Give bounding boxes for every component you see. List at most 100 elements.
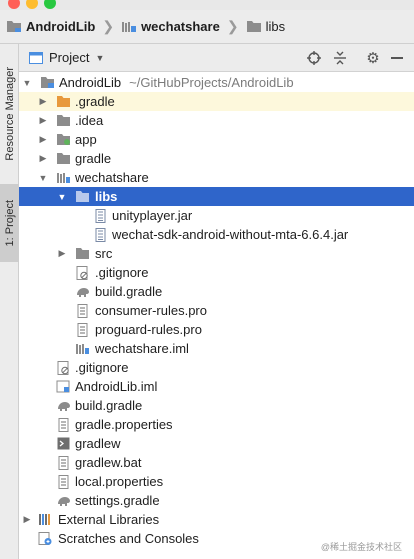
tree-node-androidlib-iml[interactable]: AndroidLib.iml [19, 377, 414, 396]
project-path: ~/GitHubProjects/AndroidLib [129, 75, 294, 90]
scratches-icon [38, 531, 53, 546]
resource-manager-tab[interactable]: Resource Manager [0, 50, 19, 178]
tree-label: build.gradle [75, 398, 143, 413]
jar-file-icon [93, 227, 108, 242]
collapsed-arrow-icon[interactable]: ▶ [57, 244, 67, 263]
tree-node-idea[interactable]: ▶ .idea [19, 111, 414, 130]
tree-label: src [95, 246, 113, 261]
tree-node-app[interactable]: ▶ app [19, 130, 414, 149]
tree-node-gradlew[interactable]: gradlew [19, 434, 414, 453]
folder-icon [56, 151, 71, 166]
close-window-button[interactable] [8, 0, 20, 9]
folder-icon [75, 189, 90, 204]
text-file-icon [75, 303, 90, 318]
tree-label: .idea [75, 113, 104, 128]
breadcrumb-libs[interactable]: libs [246, 19, 286, 34]
tree-label: settings.gradle [75, 493, 160, 508]
project-tree: ▼ AndroidLib ~/GitHubProjects/AndroidLib … [19, 72, 414, 559]
app-module-icon [56, 132, 71, 147]
project-panel-header: Project ▼ ⚙ [19, 44, 414, 72]
navigation-bar: AndroidLib ❯ wechatshare ❯ libs [0, 10, 414, 44]
tree-label: unityplayer.jar [112, 208, 193, 223]
tree-label: gradlew [75, 436, 121, 451]
project-tab-label: 1: Project [3, 199, 16, 247]
tree-node-wechatshare-gitignore[interactable]: .gitignore [19, 263, 414, 282]
tree-node-gradle[interactable]: ▶ gradle [19, 149, 414, 168]
tree-label: AndroidLib ~/GitHubProjects/AndroidLib [59, 75, 294, 90]
breadcrumb-separator-icon: ❯ [102, 18, 115, 34]
collapsed-arrow-icon[interactable]: ▶ [38, 92, 48, 111]
breadcrumb-separator-icon: ❯ [226, 18, 239, 34]
iml-file-icon [56, 379, 71, 394]
window-title-bar [0, 0, 414, 10]
jar-file-icon [93, 208, 108, 223]
tree-node-consumer-rules[interactable]: consumer-rules.pro [19, 301, 414, 320]
project-view-icon [29, 51, 43, 64]
module-folder-icon [122, 22, 137, 32]
expanded-arrow-icon[interactable]: ▼ [57, 187, 67, 206]
tree-node-build-gradle[interactable]: build.gradle [19, 396, 414, 415]
tree-label: libs [95, 189, 118, 204]
library-module-icon [56, 170, 71, 185]
ignore-file-icon [56, 360, 71, 375]
tree-node-local-properties[interactable]: local.properties [19, 472, 414, 491]
folder-icon [75, 246, 90, 261]
tree-node-external-libraries[interactable]: ▶ External Libraries [19, 510, 414, 529]
collapsed-arrow-icon[interactable]: ▶ [38, 149, 48, 168]
tree-label: local.properties [75, 474, 164, 489]
tree-node-gitignore[interactable]: .gitignore [19, 358, 414, 377]
hide-panel-icon[interactable] [389, 50, 405, 66]
ignore-file-icon [75, 265, 90, 280]
tree-node-wechat-sdk-jar[interactable]: wechat-sdk-android-without-mta-6.6.4.jar [19, 225, 414, 244]
tree-node-androidlib[interactable]: ▼ AndroidLib ~/GitHubProjects/AndroidLib [19, 73, 414, 92]
tool-window-stripe: Resource Manager 1: Project [0, 44, 19, 559]
tree-node-src[interactable]: ▶ src [19, 244, 414, 263]
project-view-selector[interactable]: Project ▼ [29, 50, 104, 65]
collapse-all-icon[interactable] [332, 50, 348, 66]
tree-label: wechatshare [75, 170, 149, 185]
external-libraries-icon [38, 512, 53, 527]
minimize-window-button[interactable] [26, 0, 38, 9]
locate-file-icon[interactable] [306, 50, 322, 66]
text-file-icon [75, 322, 90, 337]
tree-node-wechatshare[interactable]: ▼ wechatshare [19, 168, 414, 187]
project-tab[interactable]: 1: Project [0, 184, 19, 262]
text-file-icon [56, 455, 71, 470]
tree-label: External Libraries [58, 512, 160, 527]
tree-label: AndroidLib.iml [75, 379, 158, 394]
expanded-arrow-icon[interactable]: ▼ [38, 168, 48, 187]
collapsed-arrow-icon[interactable]: ▶ [38, 111, 48, 130]
tree-node-gradle-dir[interactable]: ▶ .gradle [19, 92, 414, 111]
tree-label: wechatshare.iml [95, 341, 189, 356]
tree-node-proguard-rules[interactable]: proguard-rules.pro [19, 320, 414, 339]
collapsed-arrow-icon[interactable]: ▶ [38, 130, 48, 149]
properties-file-icon [56, 417, 71, 432]
tree-node-gradlew-bat[interactable]: gradlew.bat [19, 453, 414, 472]
orange-folder-icon [56, 94, 71, 109]
tree-node-unityplayer-jar[interactable]: unityplayer.jar [19, 206, 414, 225]
iml-module-icon [75, 341, 90, 356]
tree-node-wechatshare-iml[interactable]: wechatshare.iml [19, 339, 414, 358]
module-folder-icon [40, 75, 55, 90]
properties-file-icon [56, 474, 71, 489]
gear-icon[interactable]: ⚙ [365, 50, 381, 67]
tree-node-wechatshare-build-gradle[interactable]: build.gradle [19, 282, 414, 301]
collapsed-arrow-icon[interactable]: ▶ [22, 510, 32, 529]
tree-label: gradle [75, 151, 112, 166]
tree-label: proguard-rules.pro [95, 322, 202, 337]
breadcrumb-label: libs [265, 19, 286, 34]
folder-module-icon [7, 21, 21, 32]
gradle-elephant-icon [56, 398, 71, 413]
tree-label: gradlew.bat [75, 455, 142, 470]
breadcrumb-wechatshare[interactable]: wechatshare [121, 19, 220, 34]
zoom-window-button[interactable] [44, 0, 56, 9]
breadcrumb-androidlib[interactable]: AndroidLib [6, 19, 95, 34]
breadcrumb-label: AndroidLib [26, 19, 96, 34]
watermark: @稀土掘金技术社区 [320, 542, 402, 552]
tree-node-libs[interactable]: ▼ libs [19, 187, 414, 206]
folder-icon [246, 21, 261, 32]
gradle-elephant-icon [56, 493, 71, 508]
tree-node-gradle-properties[interactable]: gradle.properties [19, 415, 414, 434]
expanded-arrow-icon[interactable]: ▼ [22, 73, 32, 92]
tree-node-settings-gradle[interactable]: settings.gradle [19, 491, 414, 510]
